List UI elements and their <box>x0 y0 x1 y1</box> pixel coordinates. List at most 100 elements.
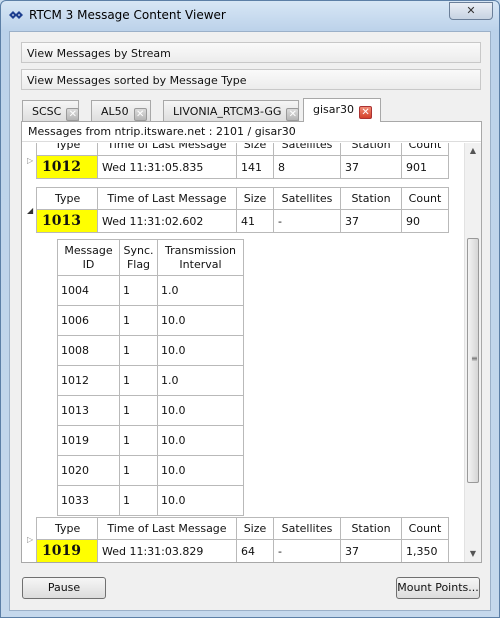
scroll-up-icon[interactable]: ▲ <box>465 143 481 159</box>
message-station: 37 <box>340 209 402 233</box>
tab-livonia[interactable]: LIVONIA_RTCM3-GG ✕ <box>163 100 300 121</box>
col-count: Count <box>401 143 449 156</box>
col-size: Size <box>236 187 274 210</box>
message-time: Wed 11:31:03.829 <box>97 539 237 562</box>
client-area: View Messages by Stream View Messages so… <box>9 31 491 611</box>
message-size: 141 <box>236 155 274 179</box>
scroll-down-icon[interactable]: ▼ <box>465 546 481 562</box>
view-by-stream-bar[interactable]: View Messages by Stream <box>21 42 481 63</box>
message-type: 1012 <box>36 155 98 179</box>
pause-button[interactable]: Pause <box>22 577 106 599</box>
detail-col-sync: Sync. Flag <box>119 239 158 276</box>
message-count: 1,350 <box>401 539 449 562</box>
tab-gisar30[interactable]: gisar30 ✕ <box>303 98 381 122</box>
message-size: 64 <box>236 539 274 562</box>
detail-id: 1020 <box>57 455 120 486</box>
message-time: Wed 11:31:02.602 <box>97 209 237 233</box>
detail-sync: 1 <box>119 485 158 516</box>
detail-id: 1019 <box>57 425 120 456</box>
detail-sync: 1 <box>119 455 158 486</box>
message-station: 37 <box>340 539 402 562</box>
message-detail-table: Message ID Sync. Flag Transmission Inter… <box>57 239 244 516</box>
detail-id: 1013 <box>57 395 120 426</box>
col-size: Size <box>236 143 274 156</box>
panel-header: Messages from ntrip.itsware.net : 2101 /… <box>22 122 481 142</box>
col-type: Type <box>36 143 98 156</box>
detail-sync: 1 <box>119 335 158 366</box>
detail-sync: 1 <box>119 425 158 456</box>
detail-sync: 1 <box>119 395 158 426</box>
message-satellites: - <box>273 539 341 562</box>
window-title: RTCM 3 Message Content Viewer <box>29 8 226 22</box>
detail-row: 1020 1 10.0 <box>57 455 244 486</box>
detail-sync: 1 <box>119 365 158 396</box>
title-bar[interactable]: RTCM 3 Message Content Viewer ✕ <box>1 1 499 31</box>
message-satellites: - <box>273 209 341 233</box>
detail-interval: 10.0 <box>157 305 244 336</box>
message-summary-1013[interactable]: Type Time of Last Message Size Satellite… <box>36 187 449 233</box>
detail-row: 1033 1 10.0 <box>57 485 244 516</box>
col-type: Type <box>36 187 98 210</box>
detail-id: 1006 <box>57 305 120 336</box>
detail-row: 1013 1 10.0 <box>57 395 244 426</box>
tab-label: AL50 <box>101 105 129 118</box>
message-satellites: 8 <box>273 155 341 179</box>
tab-label: SCSC <box>32 105 62 118</box>
detail-row: 1006 1 10.0 <box>57 305 244 336</box>
col-count: Count <box>401 517 449 540</box>
message-summary-1019[interactable]: Type Time of Last Message Size Satellite… <box>36 517 449 562</box>
message-type: 1019 <box>36 539 98 562</box>
col-type: Type <box>36 517 98 540</box>
detail-interval: 1.0 <box>157 275 244 306</box>
detail-interval: 10.0 <box>157 425 244 456</box>
detail-interval: 10.0 <box>157 485 244 516</box>
col-time: Time of Last Message <box>97 517 237 540</box>
detail-id: 1012 <box>57 365 120 396</box>
tab-al50[interactable]: AL50 ✕ <box>91 100 151 121</box>
detail-sync: 1 <box>119 275 158 306</box>
message-summary-1012[interactable]: Type Time of Last Message Size Satellite… <box>36 143 449 179</box>
detail-interval: 10.0 <box>157 455 244 486</box>
col-satellites: Satellites <box>273 187 341 210</box>
detail-row: 1012 1 1.0 <box>57 365 244 396</box>
view-by-type-bar[interactable]: View Messages sorted by Message Type <box>21 69 481 90</box>
triangle-right-icon[interactable]: ▷ <box>27 156 33 165</box>
tab-close-icon[interactable]: ✕ <box>133 108 147 121</box>
col-satellites: Satellites <box>273 143 341 156</box>
col-satellites: Satellites <box>273 517 341 540</box>
detail-id: 1004 <box>57 275 120 306</box>
message-list: ▷ Type Time of Last Message Size Satelli… <box>23 143 461 562</box>
tab-scsc[interactable]: SCSC ✕ <box>22 100 80 121</box>
tab-close-icon[interactable]: ✕ <box>359 106 373 119</box>
message-time: Wed 11:31:05.835 <box>97 155 237 179</box>
triangle-down-icon[interactable]: ◢ <box>27 206 33 215</box>
mount-points-button[interactable]: Mount Points... <box>396 577 480 599</box>
message-count: 901 <box>401 155 449 179</box>
window-close-button[interactable]: ✕ <box>449 2 493 20</box>
detail-interval: 10.0 <box>157 395 244 426</box>
detail-interval: 1.0 <box>157 365 244 396</box>
detail-row: 1019 1 10.0 <box>57 425 244 456</box>
triangle-right-icon[interactable]: ▷ <box>27 535 33 544</box>
col-count: Count <box>401 187 449 210</box>
app-window: RTCM 3 Message Content Viewer ✕ View Mes… <box>0 0 500 618</box>
tab-label: gisar30 <box>313 103 355 116</box>
detail-row: 1004 1 1.0 <box>57 275 244 306</box>
message-type: 1013 <box>36 209 98 233</box>
detail-interval: 10.0 <box>157 335 244 366</box>
col-time: Time of Last Message <box>97 143 237 156</box>
tab-close-icon[interactable]: ✕ <box>286 108 300 121</box>
detail-row: 1008 1 10.0 <box>57 335 244 366</box>
detail-id: 1008 <box>57 335 120 366</box>
vertical-scrollbar[interactable]: ▲ ≡ ▼ <box>464 143 481 562</box>
message-count: 90 <box>401 209 449 233</box>
tab-close-icon[interactable]: ✕ <box>66 108 80 121</box>
detail-sync: 1 <box>119 305 158 336</box>
col-time: Time of Last Message <box>97 187 237 210</box>
stream-panel: Messages from ntrip.itsware.net : 2101 /… <box>21 121 482 563</box>
detail-col-interval: Transmission Interval <box>157 239 244 276</box>
col-station: Station <box>340 517 402 540</box>
scrollbar-thumb[interactable]: ≡ <box>467 238 479 483</box>
message-size: 41 <box>236 209 274 233</box>
app-diamond-icon <box>9 11 23 19</box>
